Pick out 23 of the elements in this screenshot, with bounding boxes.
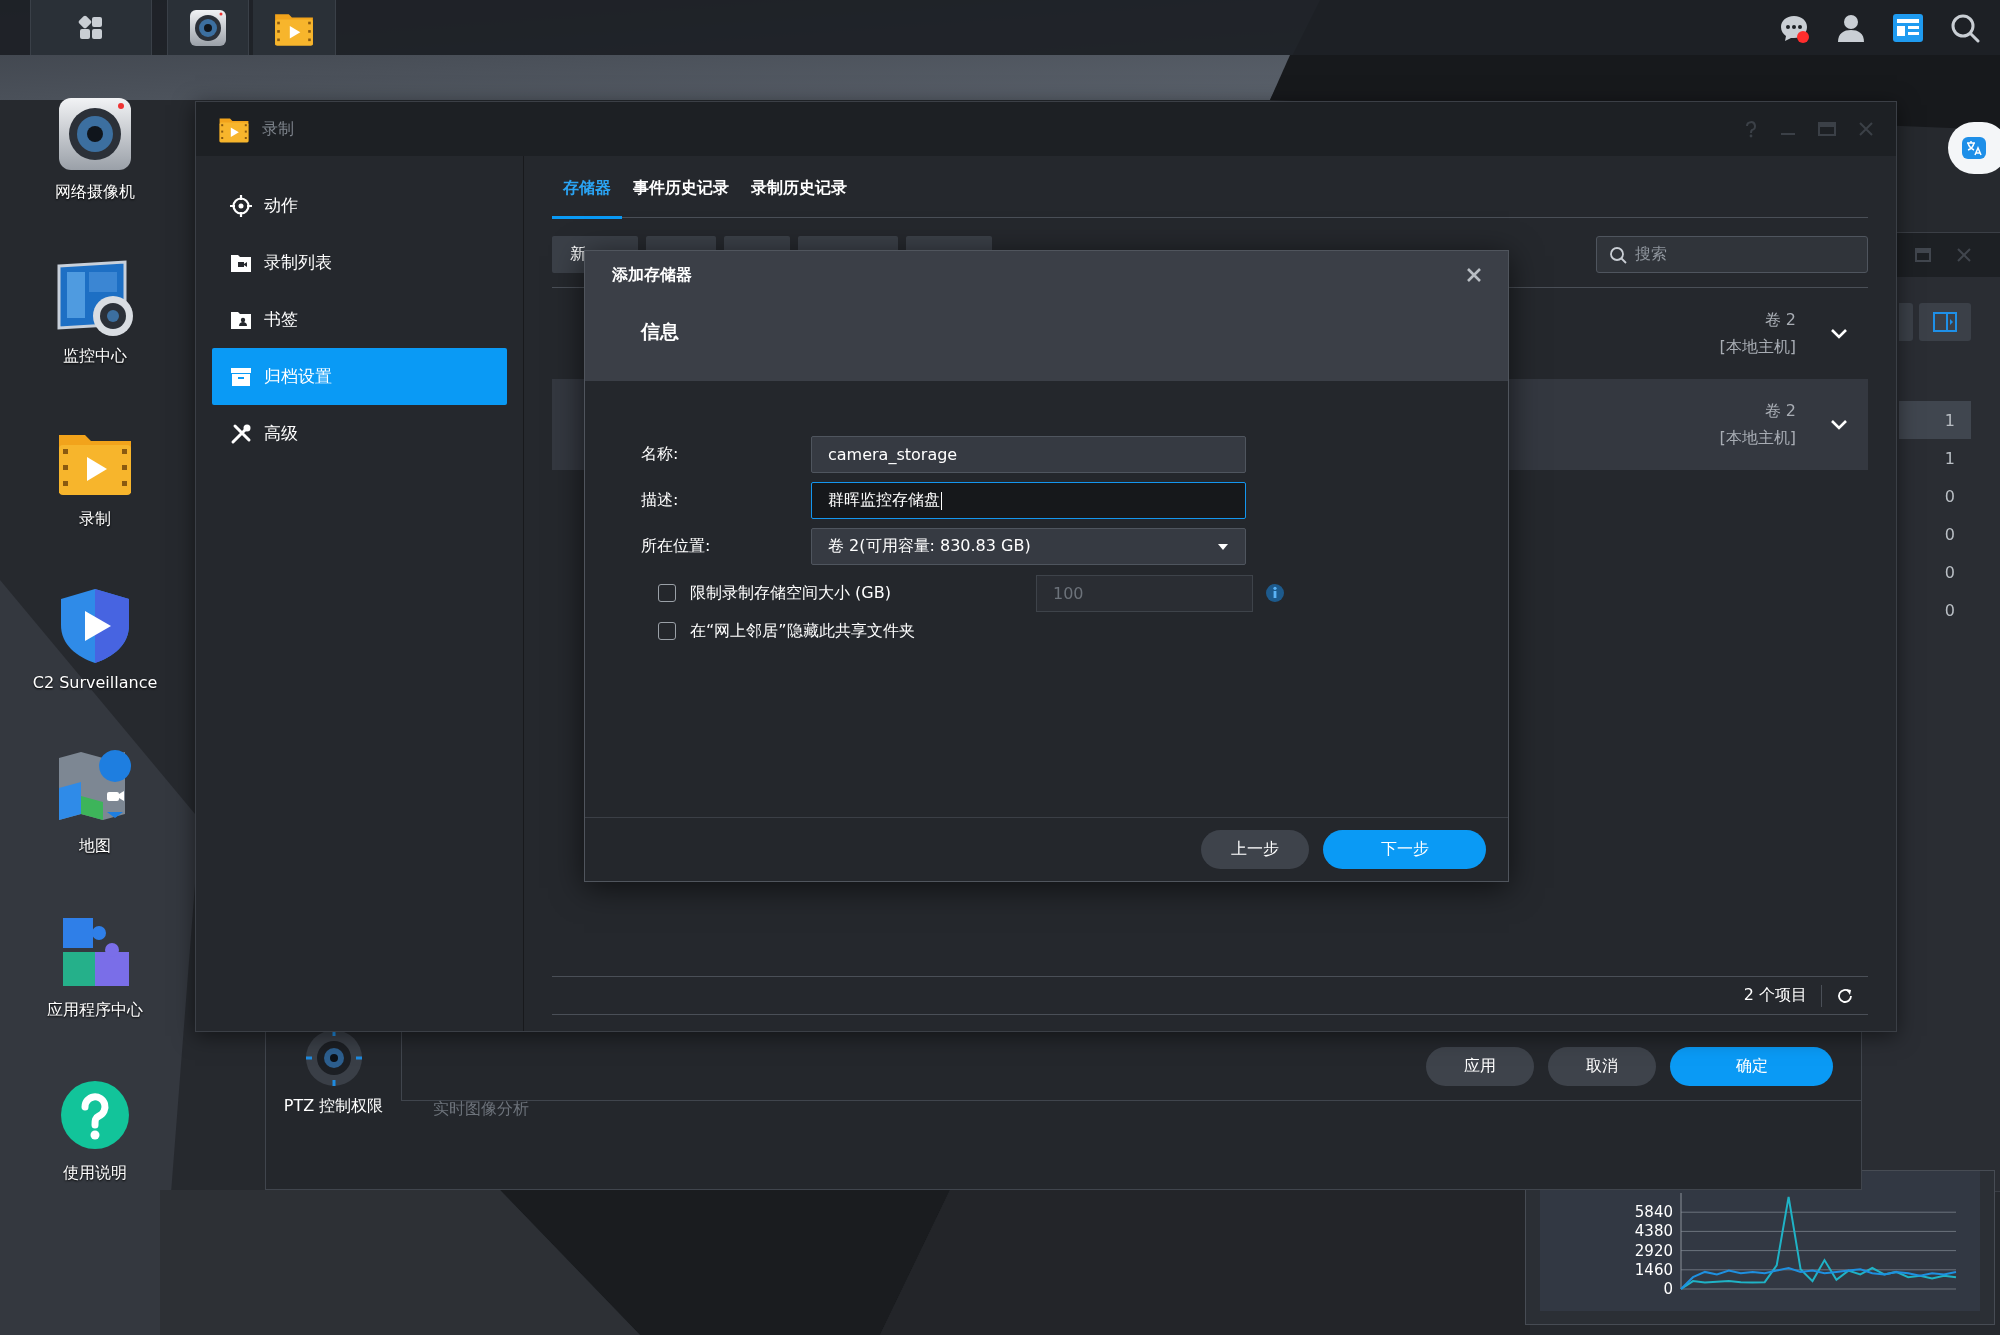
axis-label: 2920: [1634, 1241, 1673, 1260]
window-title: 录制: [262, 118, 295, 140]
host-text: [本地主机]: [1719, 427, 1796, 449]
section-title: 信息: [639, 319, 680, 344]
axis-label: 1460: [1634, 1260, 1673, 1279]
field-label: 名称:: [641, 444, 680, 465]
volume-text: 卷 2: [1764, 400, 1796, 422]
volume-text: 卷 2: [1764, 309, 1796, 331]
table-cell: 1: [1899, 401, 1971, 439]
axis-label: 5840: [1634, 1203, 1673, 1222]
checkbox-label: 限制录制存储空间大小 (GB): [690, 582, 892, 604]
field-label: 描述:: [641, 490, 680, 511]
table-cell-text: 1: [1943, 447, 1956, 470]
host-text: [本地主机]: [1719, 336, 1796, 358]
table-cell-text: 0: [1943, 523, 1956, 546]
item-count: 2 个项目: [1743, 985, 1807, 1006]
axis-label: 4380: [1634, 1222, 1673, 1241]
table-cell-text: 0: [1943, 561, 1956, 584]
table-cell-text: 0: [1943, 599, 1956, 622]
field-label: 所在位置:: [641, 536, 712, 557]
axis-label: 0: [1663, 1280, 1673, 1298]
table-cell-text: 0: [1943, 485, 1956, 508]
checkbox-label: 在“网上邻居”隐藏此共享文件夹: [690, 620, 916, 642]
